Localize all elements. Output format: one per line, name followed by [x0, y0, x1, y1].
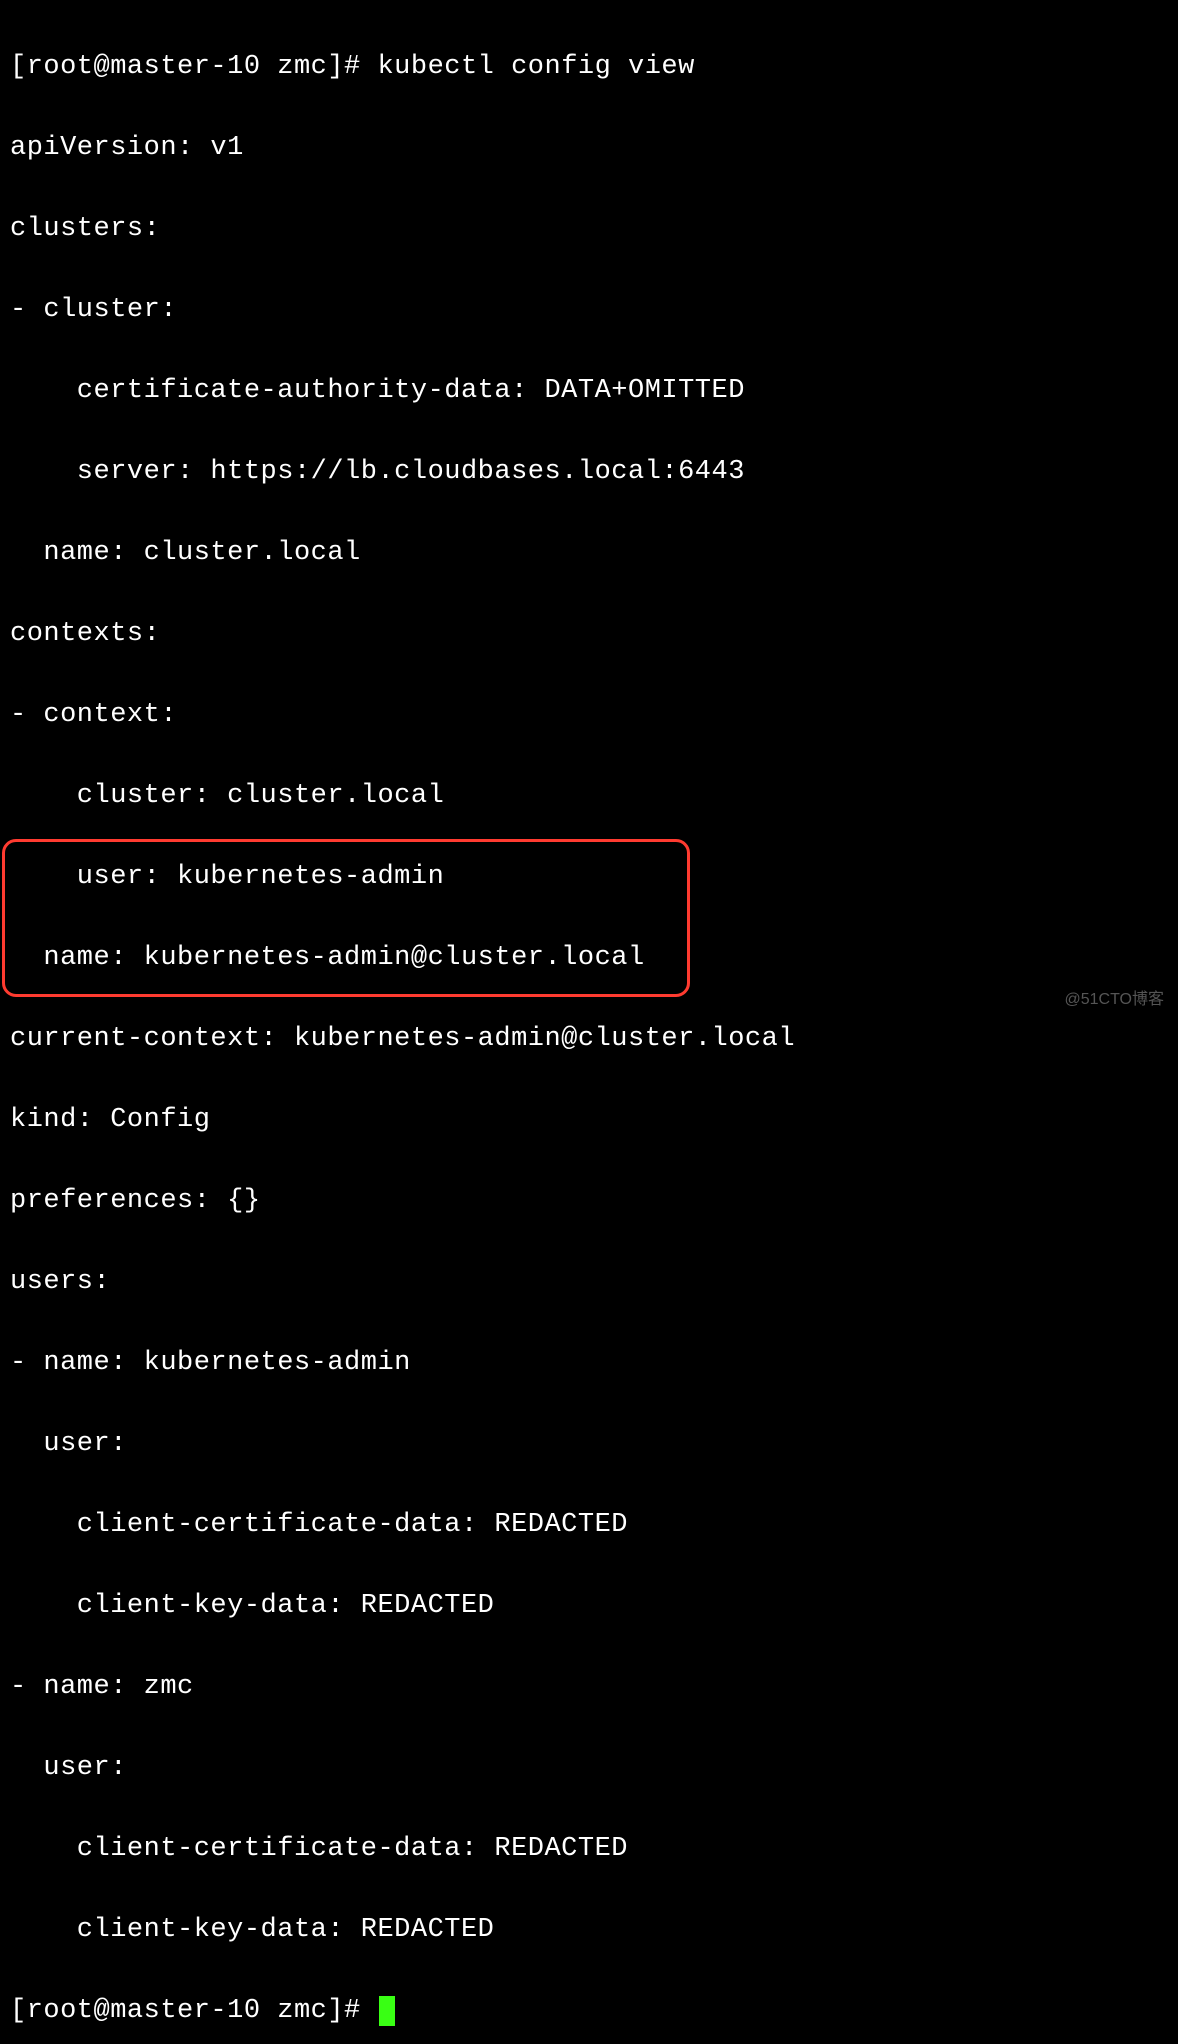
terminal-output[interactable]: [root@master-10 zmc]# kubectl config vie…	[10, 6, 1168, 2044]
output-line: user:	[10, 1748, 1168, 1789]
output-line: clusters:	[10, 209, 1168, 250]
output-line: name: kubernetes-admin@cluster.local	[10, 938, 1168, 979]
output-line: user:	[10, 1424, 1168, 1465]
output-line: users:	[10, 1262, 1168, 1303]
output-line: certificate-authority-data: DATA+OMITTED	[10, 371, 1168, 412]
output-line: - name: zmc	[10, 1667, 1168, 1708]
output-line: client-key-data: REDACTED	[10, 1586, 1168, 1627]
output-line: preferences: {}	[10, 1181, 1168, 1222]
output-line: client-certificate-data: REDACTED	[10, 1829, 1168, 1870]
output-line: current-context: kubernetes-admin@cluste…	[10, 1019, 1168, 1060]
output-line: server: https://lb.cloudbases.local:6443	[10, 452, 1168, 493]
output-line: name: cluster.local	[10, 533, 1168, 574]
shell-prompt: [root@master-10 zmc]#	[10, 52, 377, 82]
output-line: contexts:	[10, 614, 1168, 655]
output-line: client-key-data: REDACTED	[10, 1910, 1168, 1951]
command-text: kubectl config view	[377, 52, 694, 82]
output-line: apiVersion: v1	[10, 128, 1168, 169]
output-line: - cluster:	[10, 290, 1168, 331]
shell-prompt: [root@master-10 zmc]#	[10, 1996, 377, 2026]
cursor-icon	[379, 1996, 395, 2026]
output-line: kind: Config	[10, 1100, 1168, 1141]
output-line: user: kubernetes-admin	[10, 857, 1168, 898]
output-line: client-certificate-data: REDACTED	[10, 1505, 1168, 1546]
output-line: - name: kubernetes-admin	[10, 1343, 1168, 1384]
output-line: cluster: cluster.local	[10, 776, 1168, 817]
output-line: - context:	[10, 695, 1168, 736]
watermark-text: @51CTO博客	[1064, 988, 1164, 1012]
